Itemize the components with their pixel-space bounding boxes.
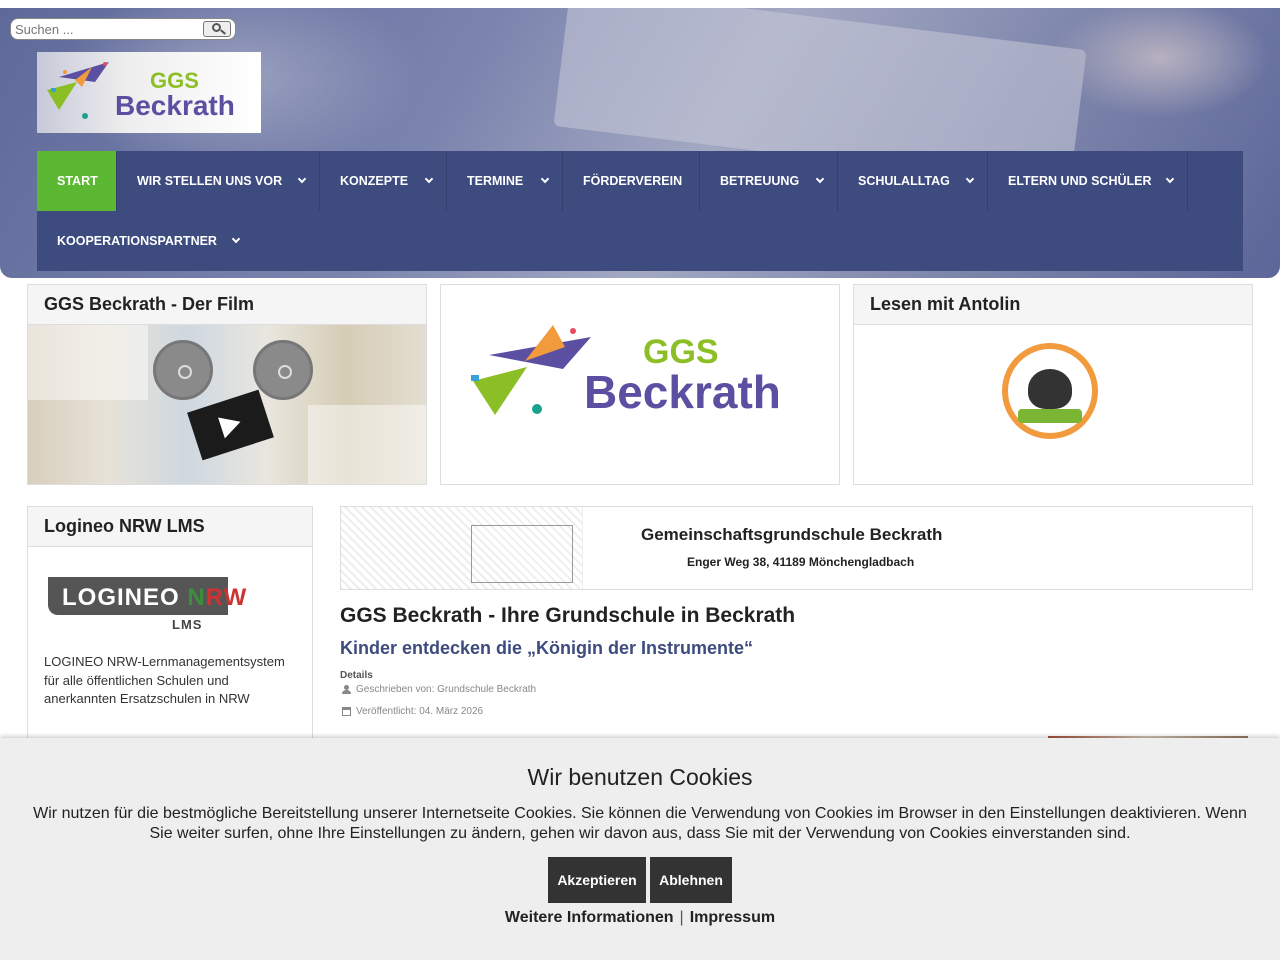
film-reel-icon [153,340,213,400]
antolin-logo-icon[interactable] [1002,343,1098,439]
nav-label: Förderverein [583,174,683,188]
nav-label: Kooperationspartner [57,234,217,248]
search-button[interactable] [203,21,231,37]
nav-item-eltern-und-schueler[interactable]: Eltern und Schüler [988,151,1188,211]
accept-button[interactable]: Akzeptieren [548,857,646,903]
header-photo-hand [1050,8,1270,118]
logineo-card: Logineo NRW LMS LOGINEO NRW LMS LOGINEO … [27,506,313,746]
antolin-card-title: Lesen mit Antolin [854,285,1252,325]
article-title-link[interactable]: Kinder entdecken die „Königin der Instru… [340,638,753,659]
site-header: GGS Beckrath Start Wir stellen uns vor K… [0,8,1280,278]
film-preview-image[interactable] [28,325,426,484]
page-title: GGS Beckrath - Ihre Grundschule in Beckr… [340,604,796,627]
nav-item-konzepte[interactable]: Konzepte [320,151,447,211]
film-card: GGS Beckrath - Der Film [27,284,427,485]
imprint-link[interactable]: Impressum [690,909,775,926]
search-input[interactable] [11,21,201,37]
brand-name: Beckrath [115,90,235,121]
cookie-banner: Wir benutzen Cookies Wir nutzen für die … [0,738,1280,960]
nav-label: Konzepte [340,174,409,188]
school-name: Gemeinschaftsgrundschule Beckrath [641,525,943,544]
decline-button[interactable]: Ablehnen [650,857,732,903]
published-text: Veröffentlicht: 04. März 2026 [356,706,484,717]
nav-item-schulalltag[interactable]: Schulalltag [838,151,988,211]
school-banner: Gemeinschaftsgrundschule Beckrath Enger … [340,506,1253,590]
chevron-down-icon[interactable] [815,174,825,184]
brand-name: Beckrath [584,366,781,418]
more-info-link[interactable]: Weitere Informationen [505,909,674,926]
chevron-down-icon[interactable] [1165,174,1175,184]
chevron-down-icon[interactable] [965,174,975,184]
author-text: Geschrieben von: Grundschule Beckrath [356,684,537,695]
calendar-icon [342,707,351,716]
film-reel-icon [253,340,313,400]
film-card-title: GGS Beckrath - Der Film [28,285,426,325]
chevron-down-icon[interactable] [424,174,434,184]
nav-label: Termine [467,174,524,188]
nav-label: Eltern und Schüler [1008,174,1152,188]
chevron-down-icon[interactable] [297,174,307,184]
article-published: Veröffentlicht: 04. März 2026 [342,706,483,717]
logineo-card-title: Logineo NRW LMS [28,507,312,547]
school-sketch-image [341,507,583,589]
article-author: Geschrieben von: Grundschule Beckrath [342,684,536,695]
chevron-down-icon[interactable] [540,174,550,184]
nav-item-kooperationspartner[interactable]: Kooperationspartner [37,211,253,271]
nav-item-foerderverein[interactable]: Förderverein [563,151,700,211]
chevron-down-icon[interactable] [231,234,241,244]
logineo-description: LOGINEO NRW-Lernmanagementsystem für all… [44,654,285,706]
antolin-card: Lesen mit Antolin [853,284,1253,485]
nav-item-termine[interactable]: Termine [447,151,563,211]
cookie-links: Weitere Informationen | Impressum [0,909,1280,927]
nav-label: Wir stellen uns vor [137,174,283,188]
logo-card: GGS Beckrath [440,284,840,485]
cookie-text: Wir nutzen für die bestmögliche Bereitst… [33,805,1247,842]
details-label: Details [340,670,373,681]
link-separator: | [679,909,684,926]
play-icon [187,389,274,461]
search-box [10,18,236,40]
cookie-title: Wir benutzen Cookies [527,764,753,790]
school-address: Enger Weg 38, 41189 Mönchengladbach [687,555,915,569]
nav-item-wir-stellen-uns-vor[interactable]: Wir stellen uns vor [117,151,320,211]
nav-label: Start [57,174,98,188]
nav-item-start[interactable]: Start [37,151,117,211]
main-navigation: Start Wir stellen uns vor Konzepte Termi… [37,151,1243,271]
user-icon [342,685,351,694]
nav-label: Betreuung [720,174,800,188]
nav-label: Schulalltag [858,174,950,188]
nav-item-betreuung[interactable]: Betreuung [700,151,838,211]
